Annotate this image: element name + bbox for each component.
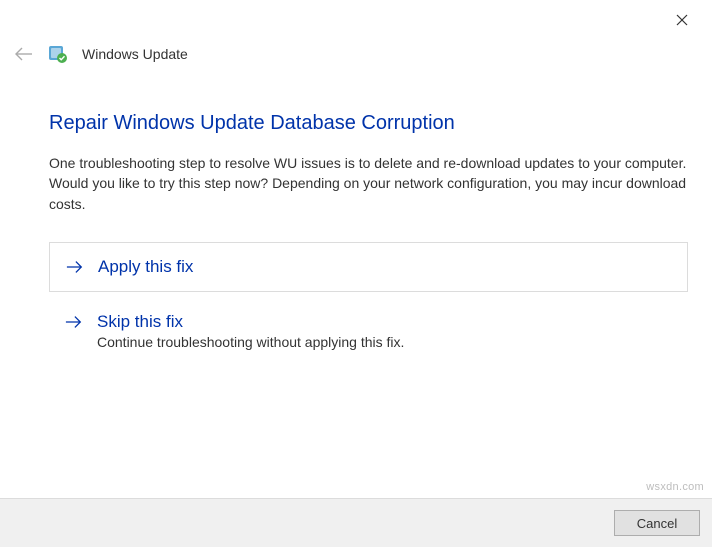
watermark-text: wsxdn.com xyxy=(646,481,704,493)
apply-fix-option[interactable]: Apply this fix xyxy=(49,242,688,292)
wizard-footer: Cancel xyxy=(0,498,712,547)
option-row: Skip this fix xyxy=(65,312,672,332)
apply-fix-label: Apply this fix xyxy=(98,257,193,277)
page-heading: Repair Windows Update Database Corruptio… xyxy=(49,112,688,135)
skip-fix-option[interactable]: Skip this fix Continue troubleshooting w… xyxy=(49,306,688,364)
back-button[interactable] xyxy=(14,44,34,64)
skip-fix-subtitle: Continue troubleshooting without applyin… xyxy=(97,334,672,350)
wizard-title: Windows Update xyxy=(82,46,188,62)
skip-fix-label: Skip this fix xyxy=(97,312,183,332)
arrow-right-icon xyxy=(66,258,84,276)
arrow-left-icon xyxy=(14,47,34,61)
content-area: Repair Windows Update Database Corruptio… xyxy=(49,112,688,364)
cancel-button[interactable]: Cancel xyxy=(614,510,700,536)
option-row: Apply this fix xyxy=(66,257,671,277)
close-icon xyxy=(676,14,688,26)
close-button[interactable] xyxy=(670,8,694,32)
arrow-right-icon xyxy=(65,313,83,331)
page-description: One troubleshooting step to resolve WU i… xyxy=(49,153,688,214)
windows-update-icon xyxy=(48,44,68,64)
wizard-header: Windows Update xyxy=(14,44,188,64)
